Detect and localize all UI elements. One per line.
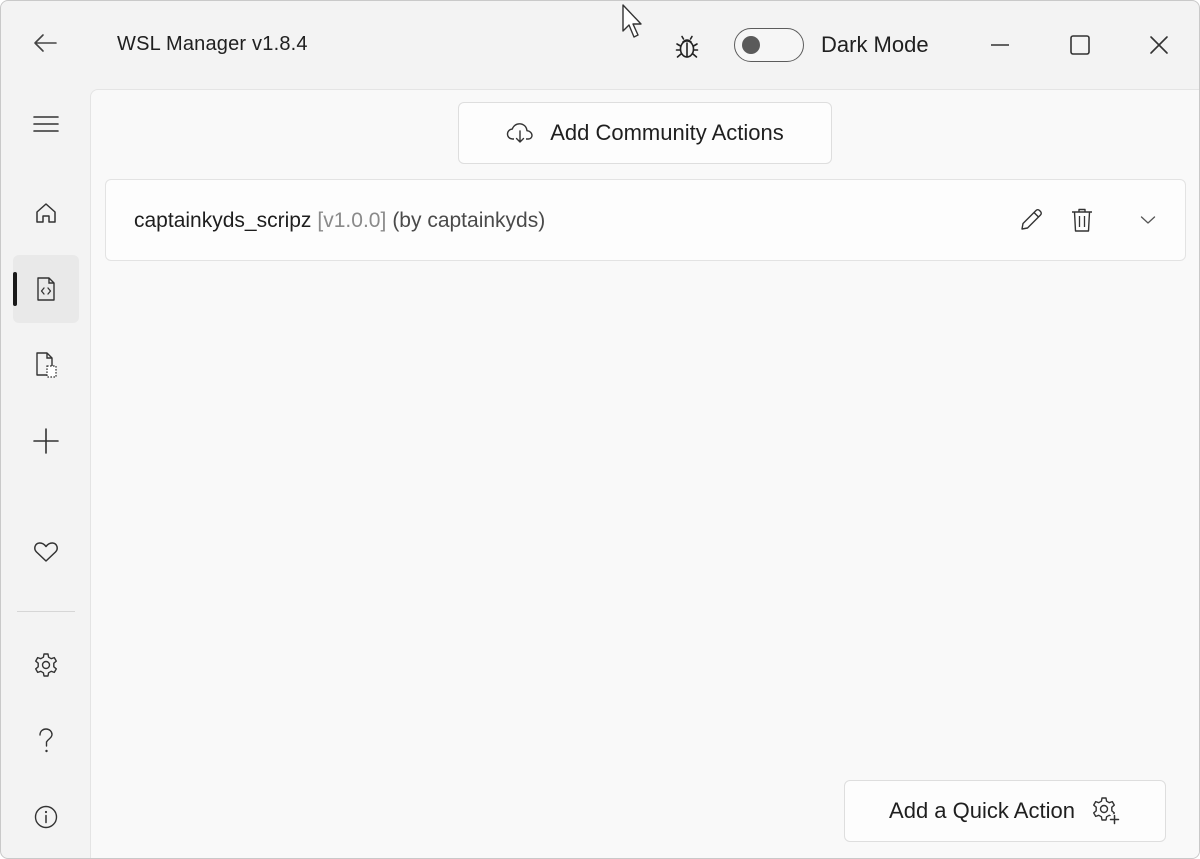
sidebar-separator <box>17 611 75 612</box>
code-file-icon <box>37 277 55 301</box>
add-community-actions-label: Add Community Actions <box>550 120 784 145</box>
hamburger-menu-icon <box>33 116 59 132</box>
close-button[interactable] <box>1135 23 1183 67</box>
close-icon <box>1150 36 1168 54</box>
title-bar: WSL Manager v1.8.4 Dark Mode <box>1 1 1199 89</box>
add-quick-action-label: Add a Quick Action <box>889 798 1075 823</box>
cloud-download-icon <box>507 123 533 143</box>
sidebar-item-donate[interactable] <box>13 518 79 586</box>
repository-author: (by captainkyds) <box>392 209 546 232</box>
debug-button[interactable] <box>667 27 707 67</box>
minimize-icon <box>991 44 1009 46</box>
repository-name: captainkyds_scripz <box>134 209 312 232</box>
expand-repository-button[interactable] <box>1128 200 1168 240</box>
gear-icon <box>35 653 57 677</box>
active-indicator <box>13 272 17 306</box>
repository-title: captainkyds_scripz [v1.0.0] (by captainkyd… <box>134 209 545 233</box>
home-icon <box>36 203 56 223</box>
dark-mode-toggle[interactable] <box>734 28 804 62</box>
delete-repository-button[interactable] <box>1062 200 1102 240</box>
edit-repository-button[interactable] <box>1011 200 1051 240</box>
maximize-icon <box>1070 35 1090 55</box>
gear-add-icon <box>1092 797 1120 825</box>
question-icon <box>39 728 53 753</box>
plus-icon <box>33 428 59 454</box>
sidebar-menu-toggle[interactable] <box>13 90 79 158</box>
main-content: Add Community Actions captainkyds_scripz… <box>90 89 1199 858</box>
sidebar-item-create[interactable] <box>13 407 79 475</box>
sidebar-item-settings[interactable] <box>13 631 79 699</box>
back-button[interactable] <box>21 23 69 63</box>
sidebar-item-help[interactable] <box>13 707 79 775</box>
maximize-button[interactable] <box>1056 23 1104 67</box>
toggle-knob <box>742 36 760 54</box>
add-community-actions-button[interactable]: Add Community Actions <box>458 102 832 164</box>
app-window: WSL Manager v1.8.4 Dark Mode Add Communi… <box>0 0 1200 859</box>
info-icon <box>34 805 58 829</box>
file-copy-icon <box>36 352 57 378</box>
minimize-button[interactable] <box>976 23 1024 67</box>
trash-icon <box>1072 208 1092 232</box>
sidebar-item-about[interactable] <box>13 783 79 851</box>
sidebar-item-actions[interactable] <box>13 255 79 323</box>
mouse-cursor-icon <box>622 4 642 38</box>
sidebar-item-home[interactable] <box>13 179 79 247</box>
dark-mode-label: Dark Mode <box>821 32 929 57</box>
bug-icon <box>675 35 699 58</box>
heart-icon <box>34 542 58 562</box>
arrow-left-icon <box>34 34 57 52</box>
sidebar <box>1 89 89 858</box>
repository-card[interactable]: captainkyds_scripz [v1.0.0] (by captainkyd… <box>105 179 1186 261</box>
app-title: WSL Manager v1.8.4 <box>117 33 308 55</box>
add-quick-action-button[interactable]: Add a Quick Action <box>844 780 1166 842</box>
chevron-down-icon <box>1140 216 1156 224</box>
sidebar-item-templates[interactable] <box>13 331 79 399</box>
repository-version: [v1.0.0] <box>317 209 387 232</box>
pencil-icon <box>1021 209 1042 230</box>
